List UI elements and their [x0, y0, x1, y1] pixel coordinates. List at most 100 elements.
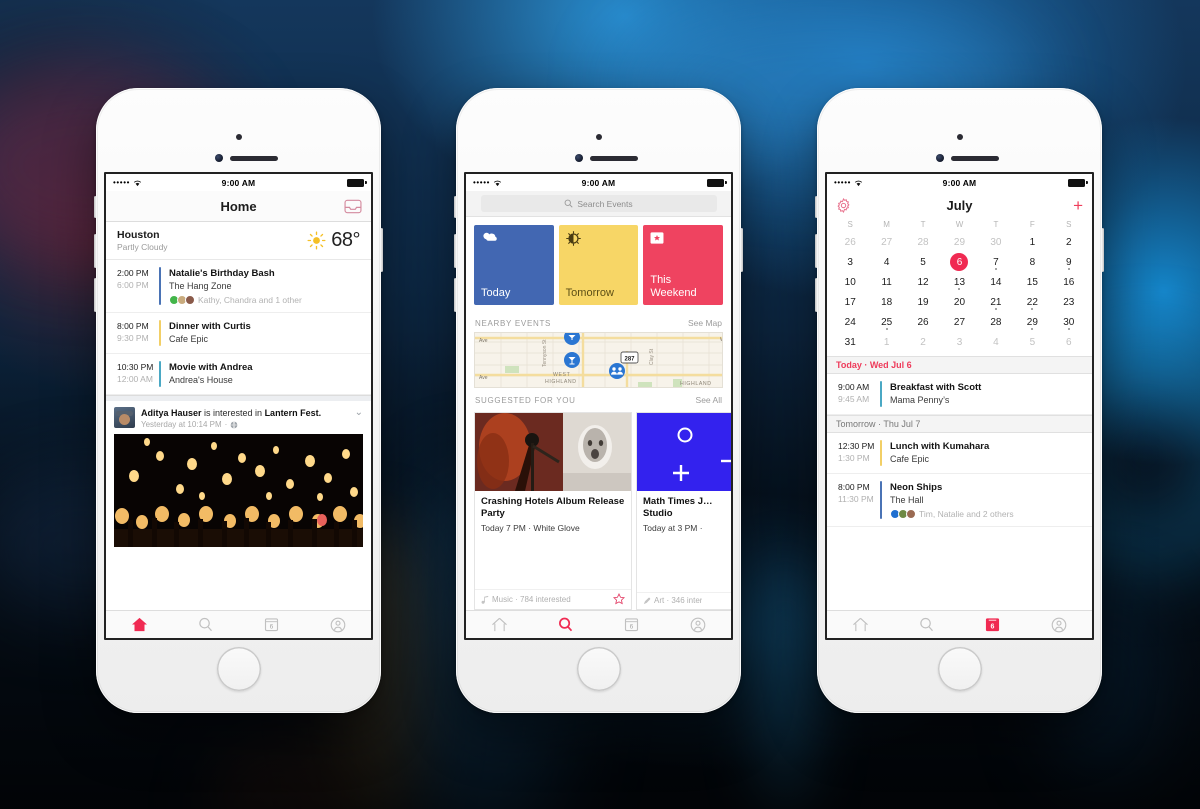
- nearby-map[interactable]: Ave Ave W Tennyson St Clay St WEST HIGHL…: [474, 332, 723, 388]
- event-card[interactable]: Crashing Hotels Album Release Party Toda…: [474, 412, 632, 610]
- calendar-day[interactable]: 4: [868, 252, 904, 272]
- volume-up-button[interactable]: [454, 234, 457, 268]
- calendar-day[interactable]: 24: [832, 312, 868, 332]
- calendar-day[interactable]: 30: [1051, 312, 1087, 332]
- star-icon[interactable]: [613, 593, 625, 605]
- calendar-day[interactable]: 26: [905, 312, 941, 332]
- calendar-day[interactable]: 11: [868, 272, 904, 292]
- tab-profile[interactable]: [665, 617, 731, 633]
- mute-switch[interactable]: [815, 196, 818, 218]
- event-row[interactable]: 2:00 PM 6:00 PM Natalie's Birthday Bash The…: [106, 260, 371, 313]
- calendar-day[interactable]: 8: [1014, 252, 1050, 272]
- calendar-day[interactable]: 28: [978, 312, 1014, 332]
- power-button[interactable]: [380, 228, 383, 272]
- tile-today[interactable]: Today: [474, 225, 554, 305]
- calendar-day[interactable]: 9: [1051, 252, 1087, 272]
- tab-calendar[interactable]: 6: [239, 617, 305, 632]
- calendar-day[interactable]: 14: [978, 272, 1014, 292]
- post-image[interactable]: [114, 434, 363, 547]
- calendar-day[interactable]: 30: [978, 232, 1014, 252]
- calendar-day[interactable]: 1: [1014, 232, 1050, 252]
- tab-search[interactable]: [893, 617, 959, 632]
- tab-calendar[interactable]: 6: [599, 617, 665, 632]
- calendar-day[interactable]: 1: [868, 332, 904, 352]
- calendar-day[interactable]: 27: [868, 232, 904, 252]
- home-button[interactable]: [576, 647, 621, 691]
- calendar-day[interactable]: 2: [1051, 232, 1087, 252]
- calendar-day[interactable]: 18: [868, 292, 904, 312]
- calendar-day[interactable]: 5: [1014, 332, 1050, 352]
- see-all-link[interactable]: See All: [696, 395, 722, 405]
- calendar-day[interactable]: 26: [832, 232, 868, 252]
- calendar-day[interactable]: 21: [978, 292, 1014, 312]
- phone-calendar-screen: ••••• 9:00 AM July + SMTWTFS 26 27 28 29 30 1…: [815, 88, 1104, 713]
- calendar-day[interactable]: 31: [832, 332, 868, 352]
- sun-cloud-icon: [481, 231, 497, 245]
- mute-switch[interactable]: [94, 196, 97, 218]
- calendar-day[interactable]: 10: [832, 272, 868, 292]
- weather-row[interactable]: Houston Partly Cloudy 68°: [106, 222, 371, 260]
- calendar-day[interactable]: 12: [905, 272, 941, 292]
- calendar-day[interactable]: 3: [941, 332, 977, 352]
- see-map-link[interactable]: See Map: [688, 318, 722, 328]
- calendar-day[interactable]: 7: [978, 252, 1014, 272]
- tile-this-weekend[interactable]: This Weekend: [643, 225, 724, 305]
- calendar-day[interactable]: 13: [941, 272, 977, 292]
- calendar-day[interactable]: 5: [905, 252, 941, 272]
- search-bar[interactable]: Search Events: [466, 191, 731, 217]
- calendar-day[interactable]: 28: [905, 232, 941, 252]
- power-button[interactable]: [1101, 228, 1104, 272]
- home-button[interactable]: [216, 647, 261, 691]
- power-button[interactable]: [740, 228, 743, 272]
- calendar-day[interactable]: 4: [978, 332, 1014, 352]
- event-row[interactable]: 8:00 PM 9:30 PM Dinner with Curtis Cafe Epi…: [106, 313, 371, 354]
- calendar-day[interactable]: 29: [941, 232, 977, 252]
- tab-home[interactable]: [466, 617, 532, 632]
- calendar-day[interactable]: 6: [941, 252, 977, 272]
- svg-text:6: 6: [270, 624, 274, 631]
- calendar-day[interactable]: 29: [1014, 312, 1050, 332]
- tab-search[interactable]: [532, 617, 598, 632]
- calendar-day[interactable]: 15: [1014, 272, 1050, 292]
- calendar-day[interactable]: 19: [905, 292, 941, 312]
- calendar-day[interactable]: 16: [1051, 272, 1087, 292]
- calendar-day[interactable]: 23: [1051, 292, 1087, 312]
- separator-dot: ·: [224, 420, 228, 429]
- volume-up-button[interactable]: [815, 234, 818, 268]
- volume-down-button[interactable]: [454, 278, 457, 312]
- post-author[interactable]: Aditya Hauser: [141, 408, 202, 418]
- inbox-icon[interactable]: [344, 199, 362, 214]
- front-camera-icon: [936, 154, 944, 162]
- calendar-day[interactable]: 3: [832, 252, 868, 272]
- event-card[interactable]: Math Times J… Studio Today at 3 PM · Art …: [636, 412, 731, 610]
- tab-profile[interactable]: [1026, 617, 1092, 633]
- plus-icon[interactable]: +: [1073, 197, 1083, 214]
- event-row[interactable]: 8:00 PM 11:30 PM Neon Ships The Hall Tim, Na…: [827, 474, 1092, 527]
- tab-calendar[interactable]: 6: [960, 617, 1026, 632]
- chevron-down-icon[interactable]: ⌄: [352, 407, 363, 418]
- calendar-day[interactable]: 22: [1014, 292, 1050, 312]
- calendar-day[interactable]: 20: [941, 292, 977, 312]
- feed-post[interactable]: Aditya Hauser is interested in Lantern F…: [106, 401, 371, 547]
- calendar-day[interactable]: 6: [1051, 332, 1087, 352]
- tab-home[interactable]: [106, 617, 172, 632]
- event-row[interactable]: 9:00 AM 9:45 AM Breakfast with Scott Mama P…: [827, 374, 1092, 415]
- avatar[interactable]: [114, 407, 135, 428]
- tile-tomorrow[interactable]: Tomorrow: [558, 225, 639, 305]
- tab-search[interactable]: [172, 617, 238, 632]
- volume-down-button[interactable]: [94, 278, 97, 312]
- tab-home[interactable]: [827, 617, 893, 632]
- event-row[interactable]: 12:30 PM 1:30 PM Lunch with Kumahara Cafe E…: [827, 433, 1092, 474]
- tab-profile[interactable]: [305, 617, 371, 633]
- event-row[interactable]: 10:30 PM 12:00 AM Movie with Andrea Andrea'…: [106, 354, 371, 395]
- volume-down-button[interactable]: [815, 278, 818, 312]
- volume-up-button[interactable]: [94, 234, 97, 268]
- calendar-day[interactable]: 25: [868, 312, 904, 332]
- mute-switch[interactable]: [454, 196, 457, 218]
- calendar-day[interactable]: 17: [832, 292, 868, 312]
- calendar-day[interactable]: 27: [941, 312, 977, 332]
- calendar-day[interactable]: 2: [905, 332, 941, 352]
- home-button[interactable]: [937, 647, 982, 691]
- search-input[interactable]: Search Events: [577, 199, 632, 209]
- post-event-name[interactable]: Lantern Fest.: [265, 408, 322, 418]
